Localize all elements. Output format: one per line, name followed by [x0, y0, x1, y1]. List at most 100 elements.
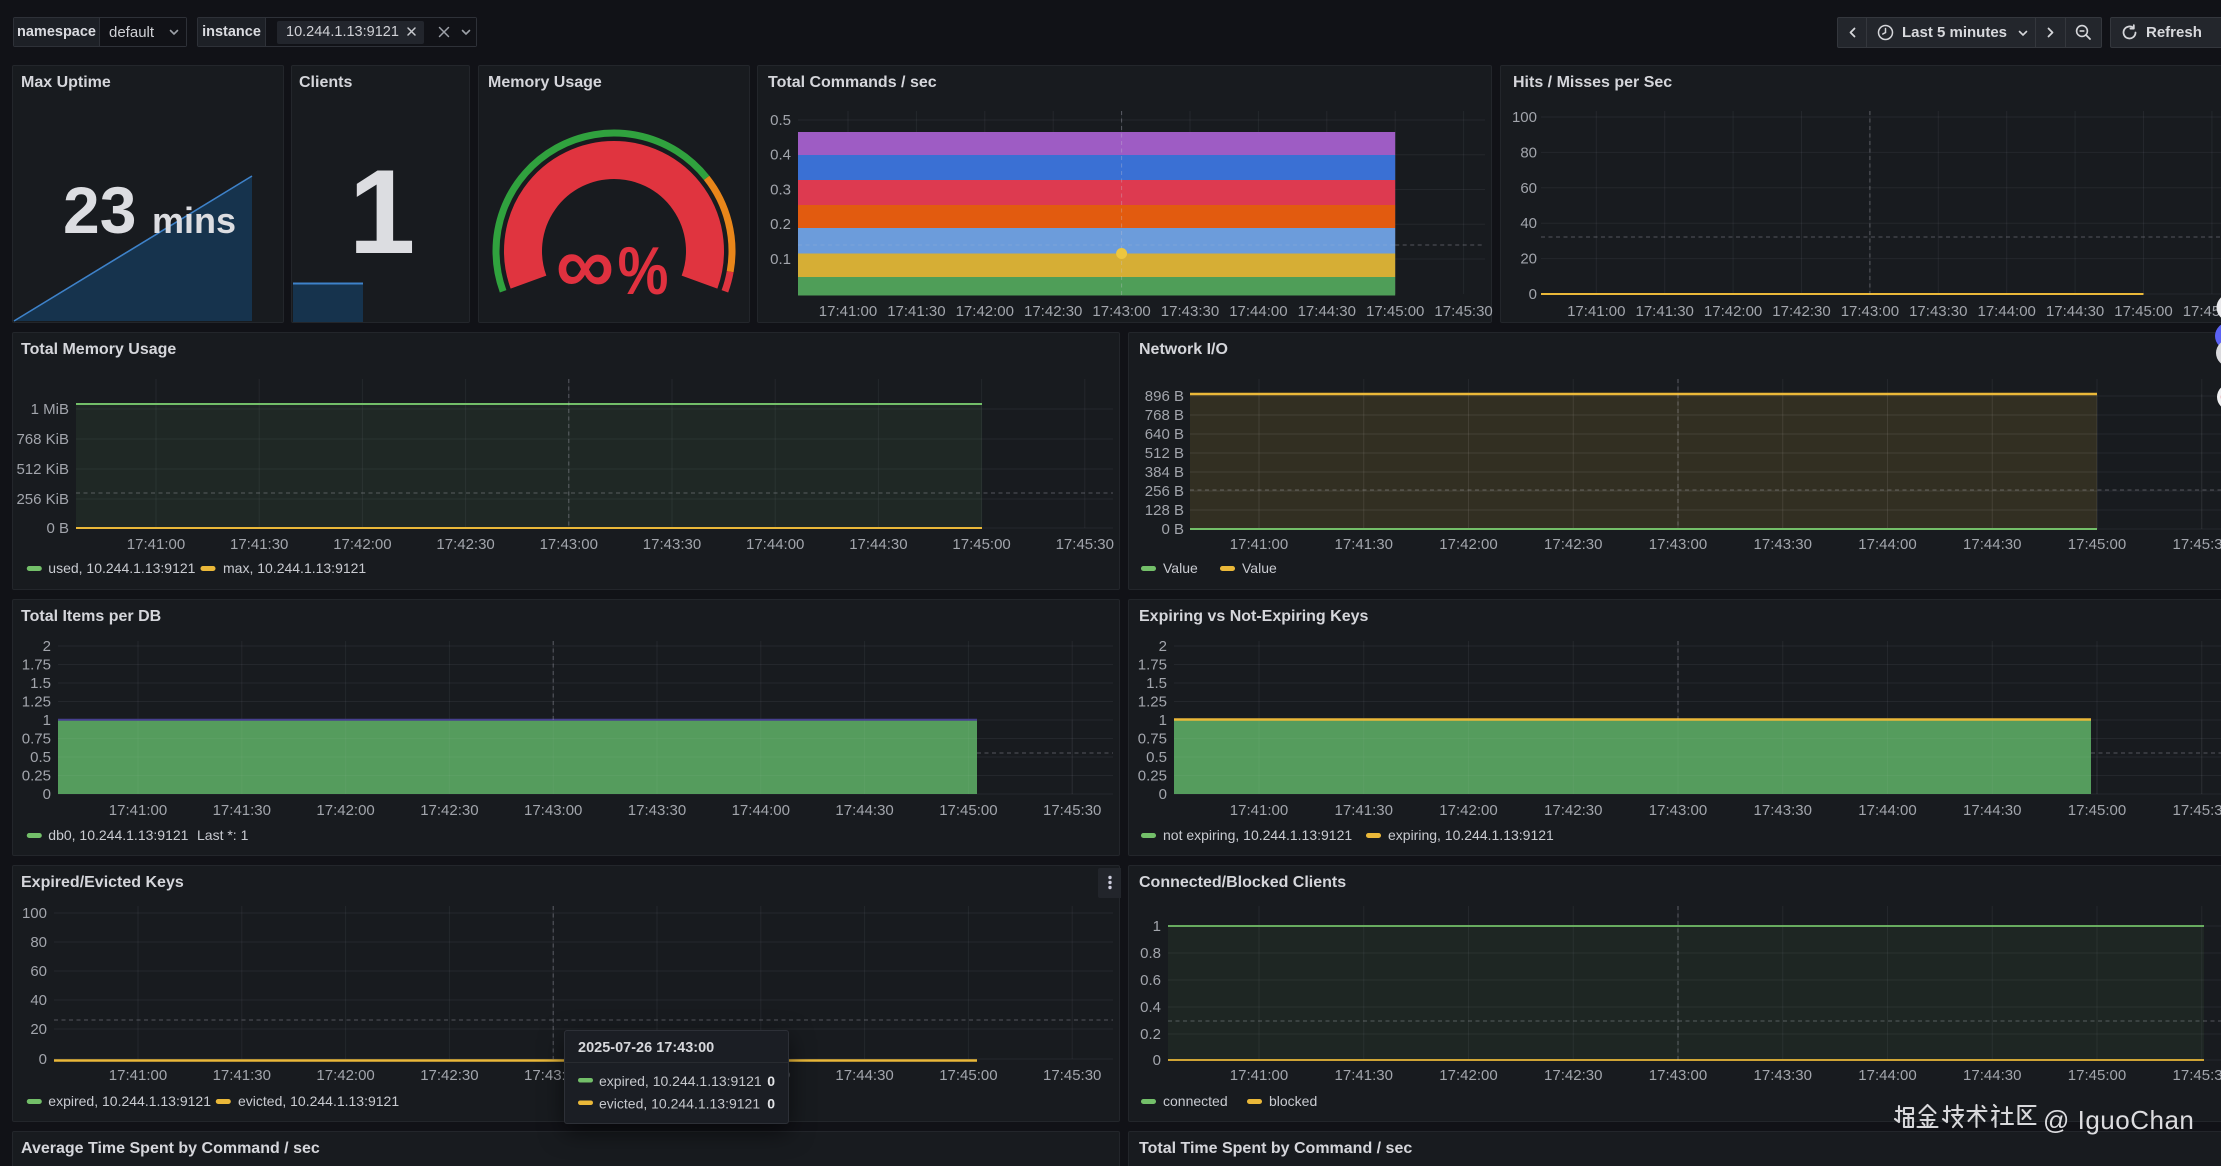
svg-text:0 B: 0 B [1161, 521, 1184, 538]
svg-text:0: 0 [1153, 1052, 1161, 1069]
svg-text:17:42:30: 17:42:30 [420, 1067, 478, 1084]
svg-text:connected: connected [1163, 1093, 1228, 1109]
svg-text:17:41:00: 17:41:00 [1230, 536, 1288, 553]
svg-text:17:44:30: 17:44:30 [1963, 536, 2021, 553]
svg-text:17:41:00: 17:41:00 [127, 536, 185, 553]
svg-text:17:42:00: 17:42:00 [1704, 303, 1762, 320]
svg-text:17:43:00: 17:43:00 [540, 536, 598, 553]
svg-text:17:41:30: 17:41:30 [213, 1067, 271, 1084]
svg-text:17:41:30: 17:41:30 [230, 536, 288, 553]
svg-text:Value: Value [1242, 560, 1277, 576]
svg-text:∞: ∞ [556, 220, 614, 311]
svg-text:1.75: 1.75 [1138, 657, 1167, 674]
svg-text:0 B: 0 B [46, 520, 69, 537]
svg-text:0.4: 0.4 [770, 147, 791, 164]
svg-text:evicted, 10.244.1.13:9121: evicted, 10.244.1.13:9121 [599, 1096, 760, 1112]
svg-text:17:41:30: 17:41:30 [1335, 802, 1393, 819]
svg-text:0.1: 0.1 [770, 251, 791, 268]
svg-text:0: 0 [767, 1073, 775, 1089]
svg-text:1.25: 1.25 [1138, 694, 1167, 711]
svg-text:384 B: 384 B [1145, 464, 1184, 481]
svg-text:17:43:30: 17:43:30 [643, 536, 701, 553]
svg-text:0.5: 0.5 [1146, 749, 1167, 766]
svg-text:60: 60 [1520, 180, 1537, 197]
svg-text:1 MiB: 1 MiB [31, 401, 69, 418]
svg-text:17:45:30: 17:45:30 [2173, 1067, 2221, 1084]
svg-text:0.75: 0.75 [1138, 731, 1167, 748]
svg-text:23: 23 [63, 173, 136, 247]
svg-text:17:43:00: 17:43:00 [1649, 536, 1707, 553]
svg-text:17:43:00: 17:43:00 [1092, 303, 1150, 320]
svg-text:256 B: 256 B [1145, 483, 1184, 500]
svg-text:17:45:30: 17:45:30 [2173, 802, 2221, 819]
svg-text:17:42:30: 17:42:30 [436, 536, 494, 553]
svg-text:17:44:30: 17:44:30 [835, 802, 893, 819]
svg-text:0.3: 0.3 [770, 182, 791, 199]
svg-text:0: 0 [1529, 286, 1537, 303]
svg-text:used, 10.244.1.13:9121: used, 10.244.1.13:9121 [48, 560, 195, 576]
svg-text:17:45:00: 17:45:00 [939, 802, 997, 819]
svg-text:2: 2 [43, 638, 51, 655]
svg-text:100: 100 [22, 905, 47, 922]
svg-text:640 B: 640 B [1145, 426, 1184, 443]
svg-text:40: 40 [1520, 215, 1537, 232]
svg-text:17:41:00: 17:41:00 [109, 802, 167, 819]
svg-text:17:43:30: 17:43:30 [1754, 536, 1812, 553]
svg-text:expired, 10.244.1.13:9121: expired, 10.244.1.13:9121 [48, 1093, 211, 1109]
svg-text:%: % [618, 233, 669, 309]
svg-text:1: 1 [43, 712, 51, 729]
svg-text:17:44:30: 17:44:30 [2046, 303, 2104, 320]
svg-text:17:42:00: 17:42:00 [1439, 536, 1497, 553]
svg-text:17:43:30: 17:43:30 [1754, 802, 1812, 819]
svg-text:17:42:30: 17:42:30 [1544, 536, 1602, 553]
svg-text:17:44:00: 17:44:00 [1858, 536, 1916, 553]
svg-text:100: 100 [1512, 109, 1537, 126]
svg-text:17:42:00: 17:42:00 [333, 536, 391, 553]
svg-text:1: 1 [1159, 712, 1167, 729]
svg-text:17:43:30: 17:43:30 [1161, 303, 1219, 320]
svg-text:17:45:30: 17:45:30 [1434, 303, 1492, 320]
svg-text:17:44:30: 17:44:30 [835, 1067, 893, 1084]
svg-text:0.25: 0.25 [22, 768, 51, 785]
svg-text:17:44:00: 17:44:00 [732, 802, 790, 819]
svg-text:80: 80 [30, 934, 47, 951]
svg-text:17:45:30: 17:45:30 [1043, 1067, 1101, 1084]
svg-text:768 KiB: 768 KiB [16, 431, 69, 448]
svg-text:not expiring, 10.244.1.13:9121: not expiring, 10.244.1.13:9121 [1163, 827, 1352, 843]
svg-text:1.5: 1.5 [30, 675, 51, 692]
svg-text:blocked: blocked [1269, 1093, 1317, 1109]
svg-text:17:44:00: 17:44:00 [746, 536, 804, 553]
svg-text:17:45:30: 17:45:30 [1056, 536, 1114, 553]
svg-text:17:42:30: 17:42:30 [1772, 303, 1830, 320]
svg-text:0.5: 0.5 [770, 112, 791, 129]
svg-text:768 B: 768 B [1145, 407, 1184, 424]
svg-text:20: 20 [1520, 251, 1537, 268]
svg-text:17:44:00: 17:44:00 [1858, 802, 1916, 819]
svg-text:17:41:30: 17:41:30 [1636, 303, 1694, 320]
svg-text:17:45:00: 17:45:00 [2068, 536, 2126, 553]
svg-text:0: 0 [767, 1096, 775, 1112]
svg-text:0.4: 0.4 [1140, 999, 1161, 1016]
svg-text:17:45:00: 17:45:00 [952, 536, 1010, 553]
svg-text:17:42:00: 17:42:00 [316, 1067, 374, 1084]
svg-text:17:45:00: 17:45:00 [2114, 303, 2172, 320]
svg-text:17:44:30: 17:44:30 [1963, 802, 2021, 819]
svg-text:0.25: 0.25 [1138, 768, 1167, 785]
svg-text:17:42:00: 17:42:00 [316, 802, 374, 819]
svg-text:17:42:30: 17:42:30 [420, 802, 478, 819]
svg-text:0: 0 [39, 1051, 47, 1068]
svg-text:17:44:30: 17:44:30 [1963, 1067, 2021, 1084]
svg-text:17:43:30: 17:43:30 [628, 802, 686, 819]
svg-text:256 KiB: 256 KiB [16, 491, 69, 508]
svg-text:17:43:30: 17:43:30 [1754, 1067, 1812, 1084]
svg-text:17:45:00: 17:45:00 [2068, 1067, 2126, 1084]
svg-text:17:41:00: 17:41:00 [819, 303, 877, 320]
svg-text:17:41:30: 17:41:30 [213, 802, 271, 819]
svg-text:0.6: 0.6 [1140, 972, 1161, 989]
svg-text:40: 40 [30, 992, 47, 1009]
svg-text:Last *: 1: Last *: 1 [197, 827, 249, 843]
svg-text:mins: mins [152, 200, 236, 241]
svg-text:17:41:00: 17:41:00 [109, 1067, 167, 1084]
svg-text:17:44:00: 17:44:00 [1858, 1067, 1916, 1084]
svg-text:17:41:00: 17:41:00 [1230, 802, 1288, 819]
